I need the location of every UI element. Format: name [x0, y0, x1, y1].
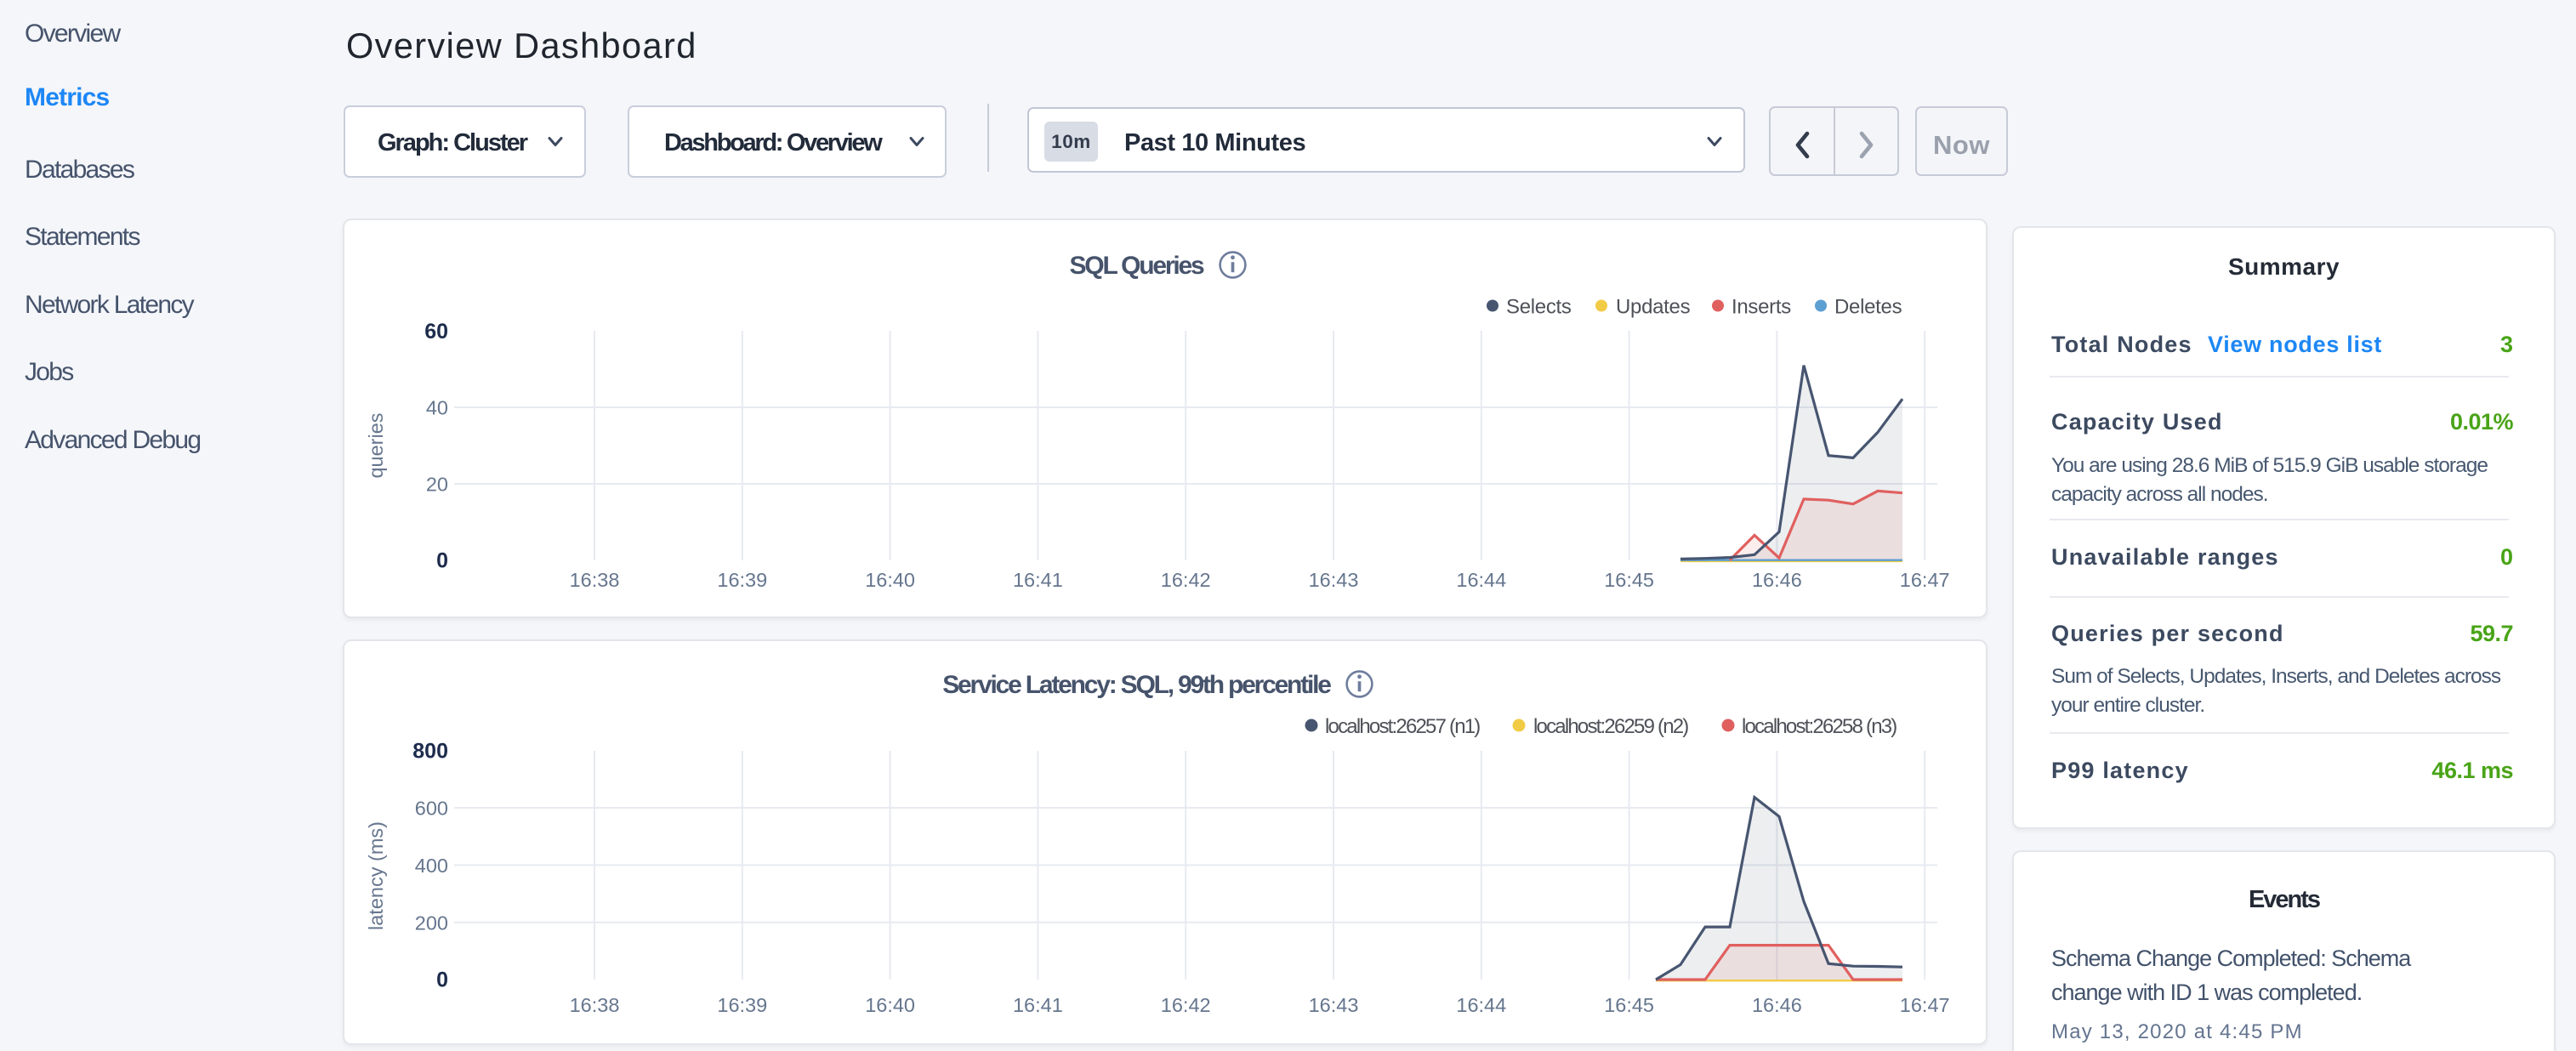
svg-text:0: 0 [436, 548, 448, 572]
svg-text:60: 60 [424, 320, 448, 344]
svg-text:16:47: 16:47 [1900, 569, 1950, 591]
svg-text:16:43: 16:43 [1309, 994, 1359, 1016]
svg-text:16:45: 16:45 [1604, 569, 1654, 591]
svg-text:16:41: 16:41 [1013, 569, 1063, 591]
svg-text:16:47: 16:47 [1900, 994, 1950, 1016]
svg-text:16:41: 16:41 [1013, 994, 1063, 1016]
svg-text:16:43: 16:43 [1309, 569, 1359, 591]
svg-text:localhost:26258 (n3): localhost:26258 (n3) [1742, 715, 1896, 738]
svg-text:queries: queries [365, 412, 387, 478]
svg-text:16:46: 16:46 [1752, 569, 1802, 591]
svg-text:16:40: 16:40 [865, 994, 915, 1016]
svg-text:400: 400 [415, 855, 448, 877]
svg-text:600: 600 [415, 798, 448, 820]
svg-text:0: 0 [436, 969, 448, 992]
svg-text:Selects: Selects [1506, 295, 1572, 318]
svg-text:Inserts: Inserts [1732, 295, 1791, 318]
svg-text:16:42: 16:42 [1161, 994, 1211, 1016]
svg-text:16:38: 16:38 [570, 569, 620, 591]
svg-text:16:38: 16:38 [570, 994, 620, 1016]
svg-text:16:40: 16:40 [865, 569, 915, 591]
svg-text:200: 200 [415, 912, 448, 934]
svg-text:16:39: 16:39 [717, 569, 767, 591]
svg-text:localhost:26259 (n2): localhost:26259 (n2) [1533, 715, 1688, 738]
svg-text:latency (ms): latency (ms) [365, 821, 387, 930]
svg-text:16:42: 16:42 [1161, 569, 1211, 591]
svg-text:16:46: 16:46 [1752, 994, 1802, 1016]
svg-text:Deletes: Deletes [1834, 295, 1902, 318]
svg-text:16:45: 16:45 [1604, 994, 1654, 1016]
svg-text:800: 800 [412, 740, 448, 764]
svg-text:16:44: 16:44 [1456, 994, 1506, 1016]
svg-text:20: 20 [426, 473, 448, 495]
svg-text:40: 40 [426, 396, 448, 418]
svg-text:Updates: Updates [1616, 295, 1691, 318]
svg-text:16:39: 16:39 [717, 994, 767, 1016]
svg-text:16:44: 16:44 [1456, 569, 1506, 591]
svg-text:localhost:26257 (n1): localhost:26257 (n1) [1325, 715, 1480, 738]
